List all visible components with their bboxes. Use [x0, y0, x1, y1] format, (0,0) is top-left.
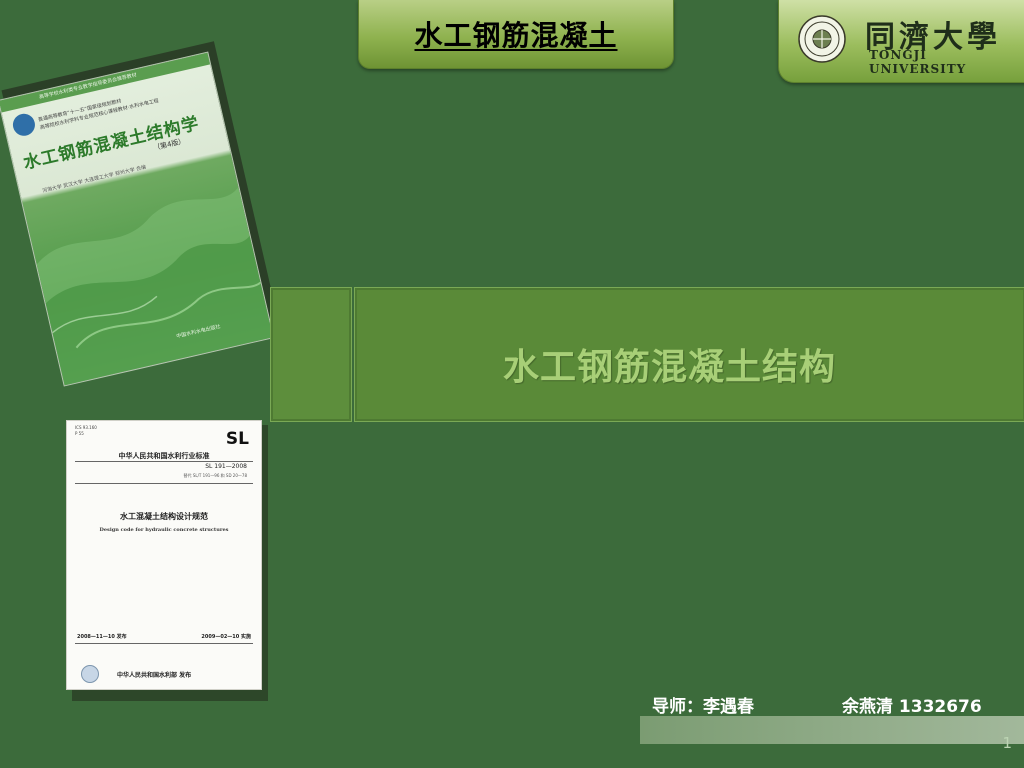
- standard-rule-top: [75, 461, 253, 462]
- standard-publisher: 中华人民共和国水利部 发布: [117, 672, 192, 679]
- page-number: 1: [1002, 734, 1012, 752]
- standard-number: SL 191—2008: [205, 463, 247, 470]
- standard-ics: ICS 93.160 P 55: [75, 425, 97, 437]
- standard-title-en: Design code for hydraulic concrete struc…: [99, 527, 229, 533]
- standard-ics-line2: P 55: [75, 431, 84, 436]
- standard-replaces: 替代 SL/T 191—96 和 SD 20—78: [183, 473, 247, 478]
- standard-rule-bottom: [75, 643, 253, 644]
- publisher-emblem-icon: [81, 665, 99, 683]
- textbook-landscape-art: [36, 187, 274, 386]
- standard-issue-date: 2008—11—10 发布: [77, 634, 127, 640]
- footer-strip: [640, 716, 1024, 744]
- textbook-cover: 高等学校水利类专业教学指导委员会推荐教材 普通高等教育“十一五”国家级规划教材 …: [0, 51, 275, 387]
- standard-org: 中华人民共和国水利行业标准: [118, 452, 210, 460]
- standard-sl-mark: SL: [225, 429, 249, 449]
- standard-title-cn: 水工混凝土结构设计规范: [120, 512, 208, 521]
- title-bar: 水工钢筋混凝土结构: [354, 287, 1024, 422]
- slide: 水工钢筋混凝土 同濟大學 TONGJI UNIVERSITY 高等学校水利类专业…: [0, 0, 1024, 768]
- textbook-emblem-icon: [10, 111, 38, 138]
- student-label: 余燕清 1332676: [842, 697, 982, 717]
- university-logo: 同濟大學 TONGJI UNIVERSITY: [778, 0, 1024, 83]
- advisor-label: 导师：李遇春: [652, 697, 754, 717]
- standard-cover: ICS 93.160 P 55 SL 中华人民共和国水利行业标准 SL 191—…: [66, 420, 262, 690]
- header-title: 水工钢筋混凝土: [414, 19, 618, 52]
- main-title: 水工钢筋混凝土结构: [503, 347, 837, 388]
- title-accent-square: [270, 287, 352, 422]
- standard-impl-date: 2009—02—10 实施: [201, 634, 251, 640]
- university-seal-icon: [798, 15, 846, 63]
- header-tab: 水工钢筋混凝土: [358, 0, 674, 69]
- logo-english-text: TONGJI UNIVERSITY: [869, 48, 967, 76]
- standard-rule-mid: [75, 483, 253, 484]
